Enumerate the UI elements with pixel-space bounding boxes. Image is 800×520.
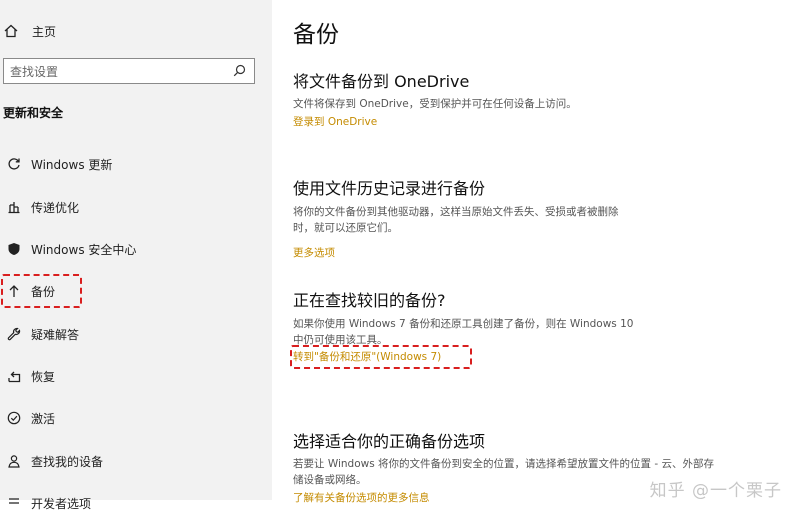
highlight-box-backup: [1, 274, 82, 308]
sidebar-item-activation[interactable]: 激活: [0, 401, 265, 435]
page-title: 备份: [293, 22, 339, 48]
sidebar-item-label: 查找我的设备: [31, 454, 104, 469]
highlight-box-backup-restore: [290, 345, 472, 369]
sidebar-item-find-my-device[interactable]: 查找我的设备: [0, 444, 265, 478]
choose-backup-heading: 选择适合你的正确备份选项: [293, 432, 486, 451]
sidebar-item-delivery-optimization[interactable]: 传递优化: [0, 190, 265, 224]
choose-backup-description-line1: 若要让 Windows 将你的文件备份到安全的位置，请选择希望放置文件的位置 -…: [293, 458, 715, 470]
home-nav-item[interactable]: 主页: [4, 21, 56, 41]
check-circle-icon: [3, 411, 25, 425]
wrench-icon: [3, 327, 25, 341]
older-backup-heading: 正在查找较旧的备份?: [293, 291, 446, 310]
file-history-description-line2: 时，就可以还原它们。: [293, 222, 398, 234]
file-history-heading: 使用文件历史记录进行备份: [293, 179, 486, 198]
sidebar-item-label: 激活: [31, 411, 56, 426]
sidebar-item-developer[interactable]: 开发者选项: [0, 486, 265, 520]
developer-icon: [3, 496, 25, 510]
watermark: 知乎 @一个栗子: [649, 481, 782, 501]
delivery-icon: [3, 200, 25, 214]
shield-icon: [3, 242, 25, 256]
sidebar-item-label: 疑难解答: [31, 327, 80, 342]
recovery-icon: [3, 369, 25, 383]
sidebar-item-windows-security[interactable]: Windows 安全中心: [0, 232, 265, 266]
sidebar-item-label: Windows 安全中心: [31, 242, 137, 257]
sidebar-item-label: 恢复: [31, 369, 56, 384]
learn-more-backup-link[interactable]: 了解有关备份选项的更多信息: [293, 490, 430, 505]
sidebar-item-troubleshoot[interactable]: 疑难解答: [0, 317, 265, 351]
search-icon: [233, 62, 246, 81]
refresh-icon: [3, 157, 25, 171]
file-history-description-line1: 将你的文件备份到其他驱动器，这样当原始文件丢失、受损或者被删除: [293, 206, 619, 218]
older-backup-description-line1: 如果你使用 Windows 7 备份和还原工具创建了备份，则在 Windows …: [293, 318, 634, 330]
home-icon: [4, 24, 24, 38]
sidebar: 主页 查找设置 更新和安全 Windows 更新 传递优化 Windows 安全…: [0, 0, 272, 511]
sign-in-onedrive-link[interactable]: 登录到 OneDrive: [293, 114, 377, 129]
sidebar-item-recovery[interactable]: 恢复: [0, 359, 265, 393]
choose-backup-description-line2: 储设备或网络。: [293, 474, 367, 486]
sidebar-item-label: 开发者选项: [31, 496, 92, 511]
search-placeholder: 查找设置: [10, 64, 59, 79]
onedrive-description: 文件将保存到 OneDrive，受到保护并可在任何设备上访问。: [293, 98, 577, 110]
main-content: 备份 将文件备份到 OneDrive 文件将保存到 OneDrive，受到保护并…: [272, 0, 800, 504]
more-options-link[interactable]: 更多选项: [293, 245, 335, 260]
person-pin-icon: [3, 454, 25, 468]
sidebar-item-windows-update[interactable]: Windows 更新: [0, 147, 265, 181]
section-title: 更新和安全: [3, 106, 64, 120]
home-label: 主页: [32, 24, 57, 39]
sidebar-item-label: Windows 更新: [31, 157, 113, 172]
onedrive-heading: 将文件备份到 OneDrive: [293, 72, 470, 91]
sidebar-item-label: 传递优化: [31, 200, 80, 215]
search-settings-input[interactable]: 查找设置: [3, 58, 255, 84]
